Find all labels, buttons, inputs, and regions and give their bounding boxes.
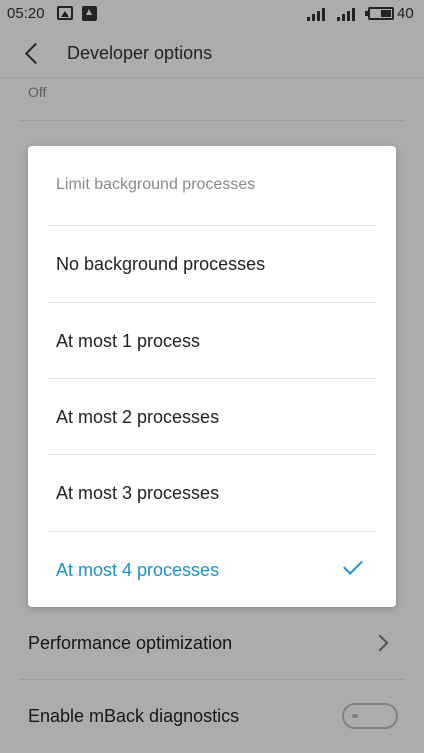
option-at-most-1-process[interactable]: At most 1 process [28,303,396,379]
option-label: At most 1 process [56,331,201,351]
option-at-most-4-processes[interactable]: At most 4 processes [28,532,396,608]
option-label: At most 2 processes [56,407,220,427]
option-at-most-2-processes[interactable]: At most 2 processes [28,379,396,455]
limit-background-processes-dialog: Limit background processes No background… [28,146,396,607]
option-at-most-3-processes[interactable]: At most 3 processes [28,455,396,531]
option-label: At most 4 processes [56,560,220,580]
option-label: At most 3 processes [56,483,220,503]
option-no-background-processes[interactable]: No background processes [28,226,396,302]
option-label: No background processes [56,254,266,274]
dialog-title: Limit background processes [56,176,256,193]
check-icon [343,555,363,575]
